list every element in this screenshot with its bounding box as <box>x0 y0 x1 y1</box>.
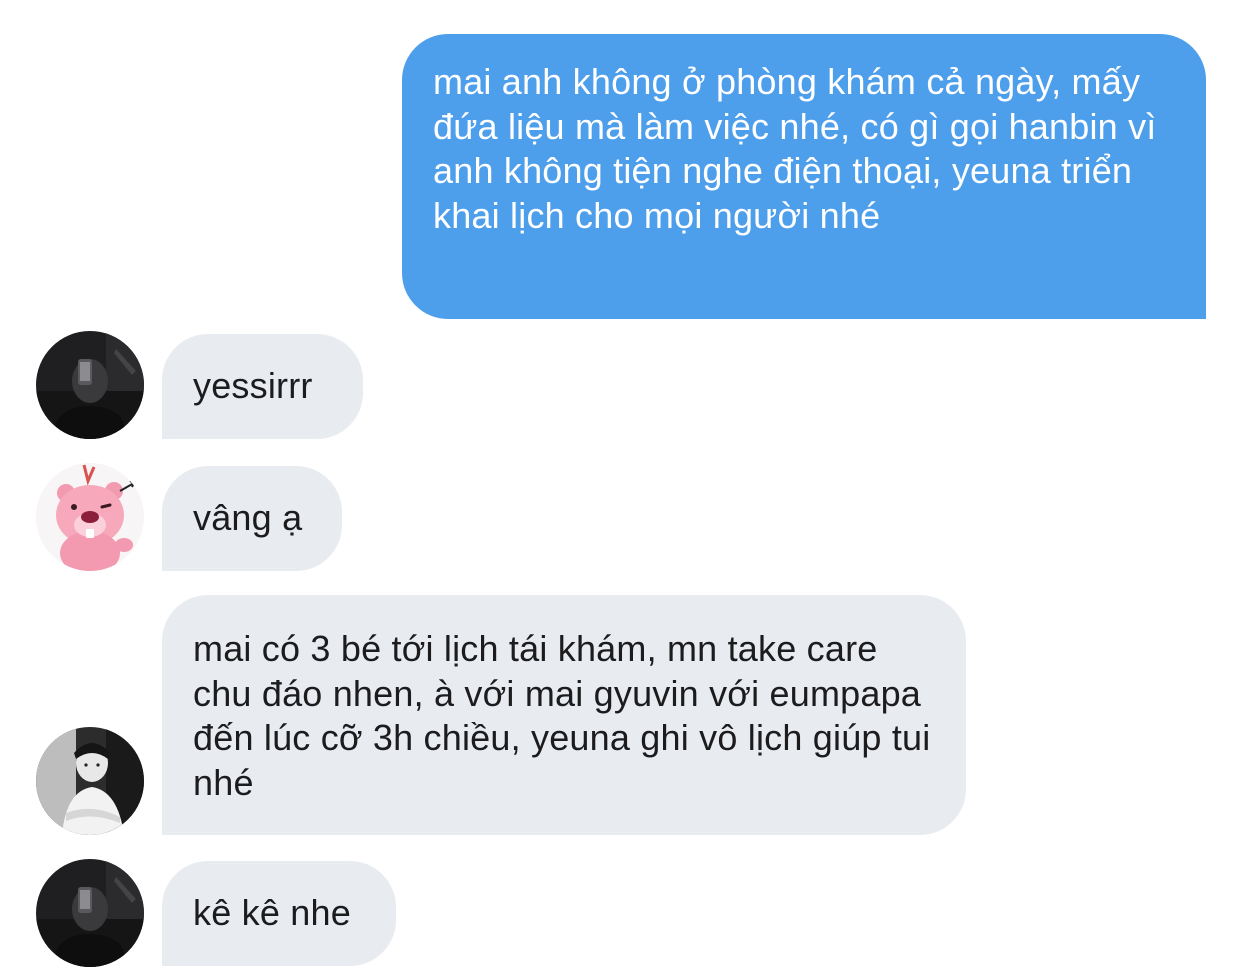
dark-mirror-selfie-avatar[interactable] <box>36 859 144 967</box>
dark-mirror-selfie-avatar[interactable] <box>36 331 144 439</box>
pink-beaver-avatar[interactable] <box>36 463 144 571</box>
message-text: mai có 3 bé tới lịch tái khám, mn take c… <box>193 628 931 803</box>
incoming-message-bubble[interactable]: kê kê nhe <box>162 861 396 966</box>
message-text: yessirrr <box>193 365 313 406</box>
incoming-message-bubble[interactable]: mai có 3 bé tới lịch tái khám, mn take c… <box>162 595 966 835</box>
outgoing-message-bubble[interactable]: mai anh không ở phòng khám cả ngày, mấy … <box>402 34 1206 319</box>
message-text: mai anh không ở phòng khám cả ngày, mấy … <box>433 61 1157 236</box>
incoming-message-bubble[interactable]: yessirrr <box>162 334 363 439</box>
message-text: kê kê nhe <box>193 892 351 933</box>
incoming-message-bubble[interactable]: vâng ạ <box>162 466 342 571</box>
bw-portrait-avatar[interactable] <box>36 727 144 835</box>
message-text: vâng ạ <box>193 497 303 538</box>
